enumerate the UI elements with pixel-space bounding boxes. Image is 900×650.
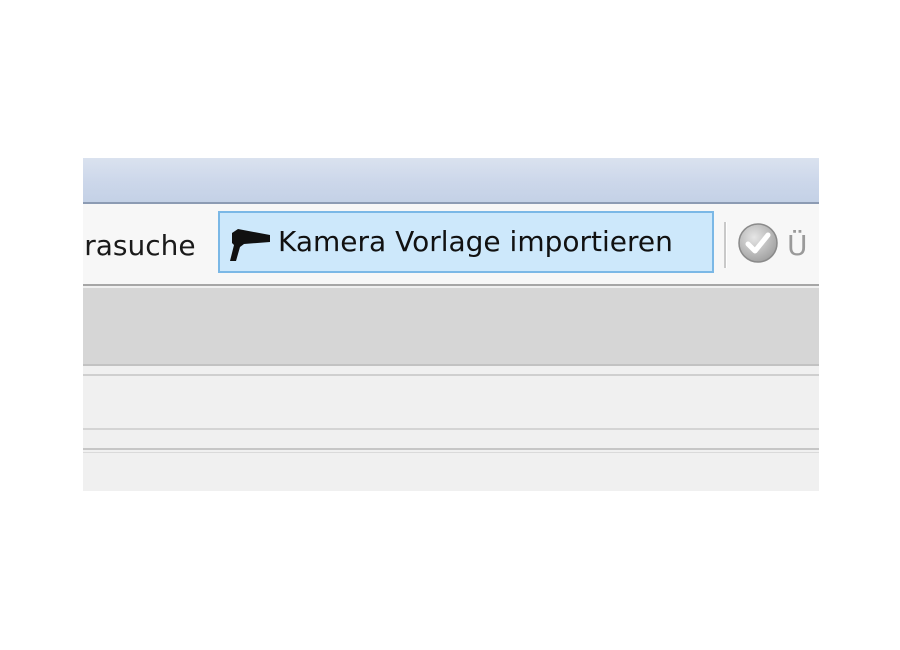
- toolbar-separator: [724, 222, 727, 268]
- check-icon: [738, 223, 778, 263]
- list-row[interactable]: [83, 374, 819, 430]
- list-row[interactable]: [83, 430, 819, 450]
- app-window: erasuche Kamera Vorlage importieren Ü: [83, 158, 819, 491]
- apply-button[interactable]: Ü: [787, 226, 808, 266]
- list-row[interactable]: [83, 452, 819, 491]
- camera-search-button[interactable]: erasuche: [83, 226, 196, 266]
- import-camera-template-label: Kamera Vorlage importieren: [278, 225, 673, 258]
- title-bar: [83, 158, 819, 204]
- toolbar: erasuche Kamera Vorlage importieren Ü: [83, 204, 819, 286]
- import-camera-template-button[interactable]: Kamera Vorlage importieren: [218, 211, 714, 273]
- camera-icon: [230, 229, 270, 261]
- grey-panel: [83, 288, 819, 366]
